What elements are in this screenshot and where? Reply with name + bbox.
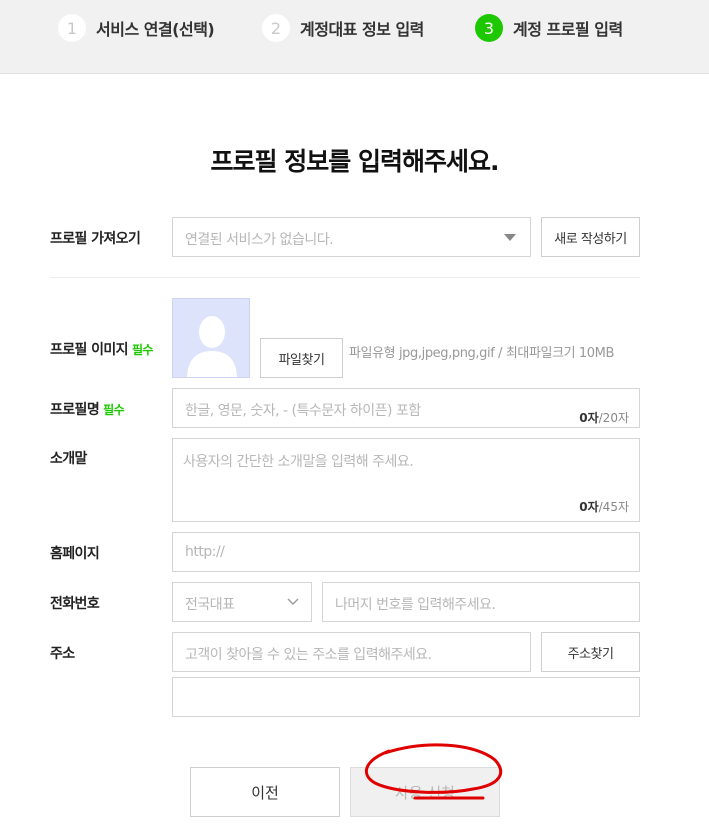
page-title: 프로필 정보를 입력해주세요.: [210, 147, 500, 176]
step-3: 3 계정 프로필 입력: [475, 14, 623, 42]
homepage-input[interactable]: http://: [172, 532, 640, 572]
profile-import-placeholder: 연결된 서비스가 없습니다.: [185, 232, 334, 248]
section-divider: [50, 277, 640, 278]
intro-placeholder: 사용자의 간단한 소개말을 입력해 주세요.: [183, 454, 414, 470]
file-info-text: 파일유형 jpg,jpeg,png,gif / 최대파일크기 10MB: [349, 346, 614, 361]
address-placeholder: 고객이 찾아올 수 있는 주소를 입력해주세요.: [185, 647, 432, 663]
file-search-button[interactable]: 파일찾기: [260, 338, 343, 378]
profile-name-label: 프로필명 필수: [50, 399, 125, 419]
profile-name-input[interactable]: 한글, 영문, 숫자, - (특수문자 하이픈) 포함 0자/20자: [172, 388, 640, 428]
profile-import-select[interactable]: 연결된 서비스가 없습니다.: [172, 217, 531, 257]
dropdown-arrow-icon: [504, 234, 516, 241]
address-label: 주소: [50, 646, 75, 662]
prev-button[interactable]: 이전: [190, 767, 340, 817]
chevron-down-icon: [287, 598, 299, 605]
required-badge: 필수: [131, 343, 153, 357]
intro-counter: 0자/45자: [579, 500, 629, 514]
phone-area-value: 전국대표: [185, 597, 235, 613]
homepage-label: 홈페이지: [50, 546, 100, 562]
step-1: 1 서비스 연결(선택): [58, 14, 215, 42]
profile-name-placeholder: 한글, 영문, 숫자, - (특수문자 하이픈) 포함: [185, 403, 421, 419]
address-search-button[interactable]: 주소찾기: [541, 632, 640, 672]
address-detail-input[interactable]: [172, 677, 640, 717]
step-1-label: 서비스 연결(선택): [96, 20, 215, 39]
phone-label: 전화번호: [50, 596, 100, 612]
intro-textarea[interactable]: 사용자의 간단한 소개말을 입력해 주세요. 0자/45자: [172, 438, 640, 522]
new-profile-button[interactable]: 새로 작성하기: [541, 217, 640, 257]
step-1-number: 1: [58, 14, 86, 42]
step-2-number: 2: [262, 14, 290, 42]
profile-name-counter: 0자/20자: [579, 411, 629, 425]
profile-image-label-text: 프로필 이미지: [50, 342, 129, 358]
red-circle-annotation: [364, 743, 502, 800]
avatar-placeholder: [172, 298, 250, 378]
profile-import-label: 프로필 가져오기: [50, 231, 141, 247]
user-silhouette-icon: [187, 316, 237, 377]
phone-area-select[interactable]: 전국대표: [172, 582, 312, 622]
homepage-placeholder: http://: [185, 544, 225, 560]
profile-name-label-text: 프로필명: [50, 402, 100, 418]
step-3-number: 3: [475, 14, 503, 42]
intro-label: 소개말: [50, 451, 87, 467]
phone-number-placeholder: 나머지 번호를 입력해주세요.: [335, 597, 496, 613]
phone-number-input[interactable]: 나머지 번호를 입력해주세요.: [322, 582, 640, 622]
address-input[interactable]: 고객이 찾아올 수 있는 주소를 입력해주세요.: [172, 632, 531, 672]
step-3-label: 계정 프로필 입력: [513, 20, 623, 39]
step-2: 2 계정대표 정보 입력: [262, 14, 424, 42]
required-badge: 필수: [103, 403, 125, 417]
step-indicator: 1 서비스 연결(선택) 2 계정대표 정보 입력 3 계정 프로필 입력: [0, 0, 709, 74]
step-2-label: 계정대표 정보 입력: [300, 20, 424, 39]
profile-image-label: 프로필 이미지 필수: [50, 339, 153, 359]
